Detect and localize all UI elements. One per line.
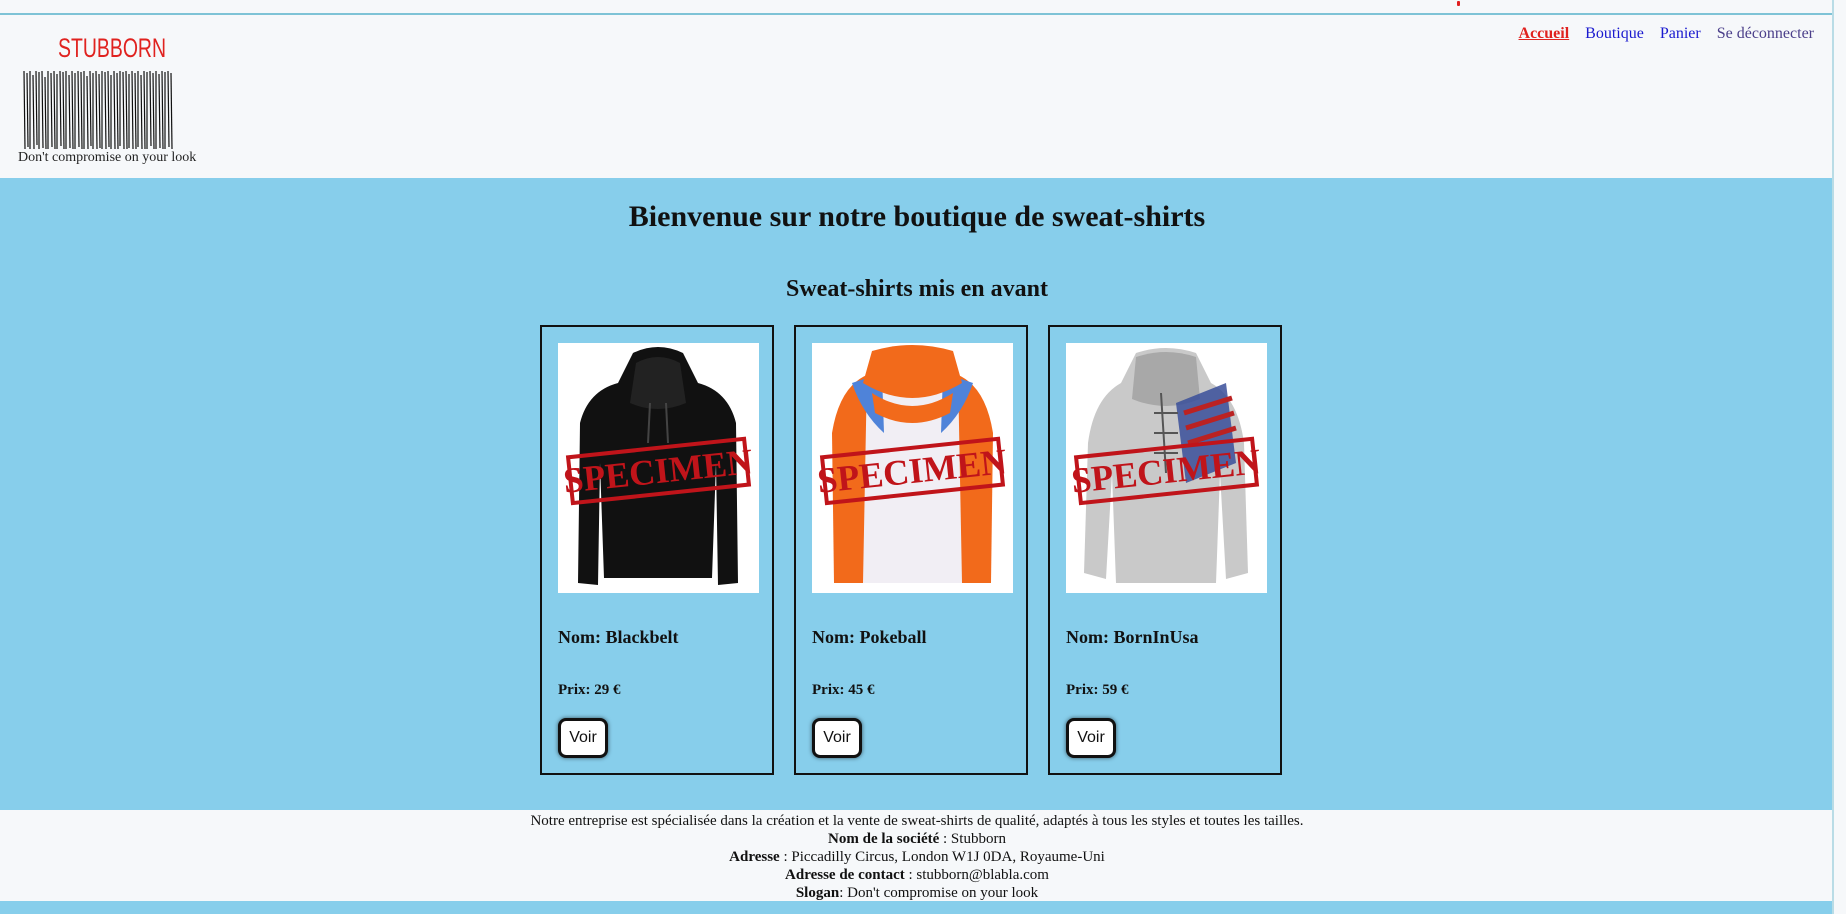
- footer-slogan-value: : Don't compromise on your look: [839, 885, 1039, 901]
- product-name: Nom: BornInUsa: [1066, 627, 1199, 647]
- product-card: SPECIMEN Nom: Pokeball Prix: 45 € Voir: [794, 325, 1028, 775]
- featured-products: SPECIMEN Nom: Blackbelt Prix: 29 € Voir …: [540, 325, 1282, 775]
- top-strip: [0, 0, 1834, 15]
- footer-description: Notre entreprise est spécialisée dans la…: [530, 813, 1304, 829]
- view-product-button[interactable]: Voir: [1066, 718, 1116, 758]
- footer-slogan: Slogan: Don't compromise on your look: [0, 884, 1834, 902]
- grey-flag-hoodie-icon: SPECIMEN: [1069, 348, 1263, 583]
- product-price: Prix: 59 €: [1066, 682, 1129, 698]
- product-image: SPECIMEN: [812, 343, 1013, 593]
- nav-logout-link[interactable]: Se déconnecter: [1717, 25, 1814, 43]
- red-marker: [1457, 1, 1460, 6]
- site-header: STUBBORN Don't compromise on your look A…: [0, 15, 1834, 178]
- product-name: Nom: Pokeball: [812, 627, 927, 647]
- footer-contact: Adresse de contact : stubborn@blabla.com: [0, 866, 1834, 884]
- product-price: Prix: 45 €: [812, 682, 875, 698]
- header-slogan: Don't compromise on your look: [18, 150, 197, 165]
- footer-company-value: : Stubborn: [939, 831, 1006, 847]
- product-price: Prix: 29 €: [558, 682, 621, 698]
- main-nav: Accueil Boutique Panier Se déconnecter: [1519, 25, 1814, 43]
- orange-white-hoodie-icon: SPECIMEN: [815, 345, 1009, 583]
- footer-contact-value: : stubborn@blabla.com: [904, 867, 1049, 883]
- footer-contact-label: Adresse de contact: [785, 867, 905, 883]
- black-hoodie-icon: SPECIMEN: [561, 347, 755, 585]
- page-title: Bienvenue sur notre boutique de sweat-sh…: [628, 200, 1206, 233]
- nav-shop-link[interactable]: Boutique: [1585, 25, 1644, 43]
- nav-cart-link[interactable]: Panier: [1660, 25, 1701, 43]
- site-footer: Notre entreprise est spécialisée dans la…: [0, 810, 1834, 901]
- footer-address: Adresse : Piccadilly Circus, London W1J …: [0, 848, 1834, 866]
- footer-company: Nom de la société : Stubborn: [0, 830, 1834, 848]
- nav-home-link[interactable]: Accueil: [1519, 25, 1570, 43]
- product-card: SPECIMEN Nom: Blackbelt Prix: 29 € Voir: [540, 325, 774, 775]
- product-name: Nom: Blackbelt: [558, 627, 679, 647]
- product-card: SPECIMEN Nom: BornInUsa Prix: 59 € Voir: [1048, 325, 1282, 775]
- site-logo[interactable]: STUBBORN: [22, 31, 174, 155]
- window-edge: [1834, 0, 1846, 914]
- logo-wordmark: STUBBORN: [58, 33, 167, 63]
- barcode-logo-icon: [23, 70, 173, 150]
- product-image: SPECIMEN: [558, 343, 759, 593]
- view-product-button[interactable]: Voir: [812, 718, 862, 758]
- featured-title: Sweat-shirts mis en avant: [786, 276, 1048, 302]
- footer-address-label: Adresse: [729, 849, 780, 865]
- view-product-button[interactable]: Voir: [558, 718, 608, 758]
- footer-company-label: Nom de la société: [828, 831, 940, 847]
- footer-address-value: : Piccadilly Circus, London W1J 0DA, Roy…: [779, 849, 1105, 865]
- footer-slogan-label: Slogan: [795, 885, 840, 901]
- product-image: SPECIMEN: [1066, 343, 1267, 593]
